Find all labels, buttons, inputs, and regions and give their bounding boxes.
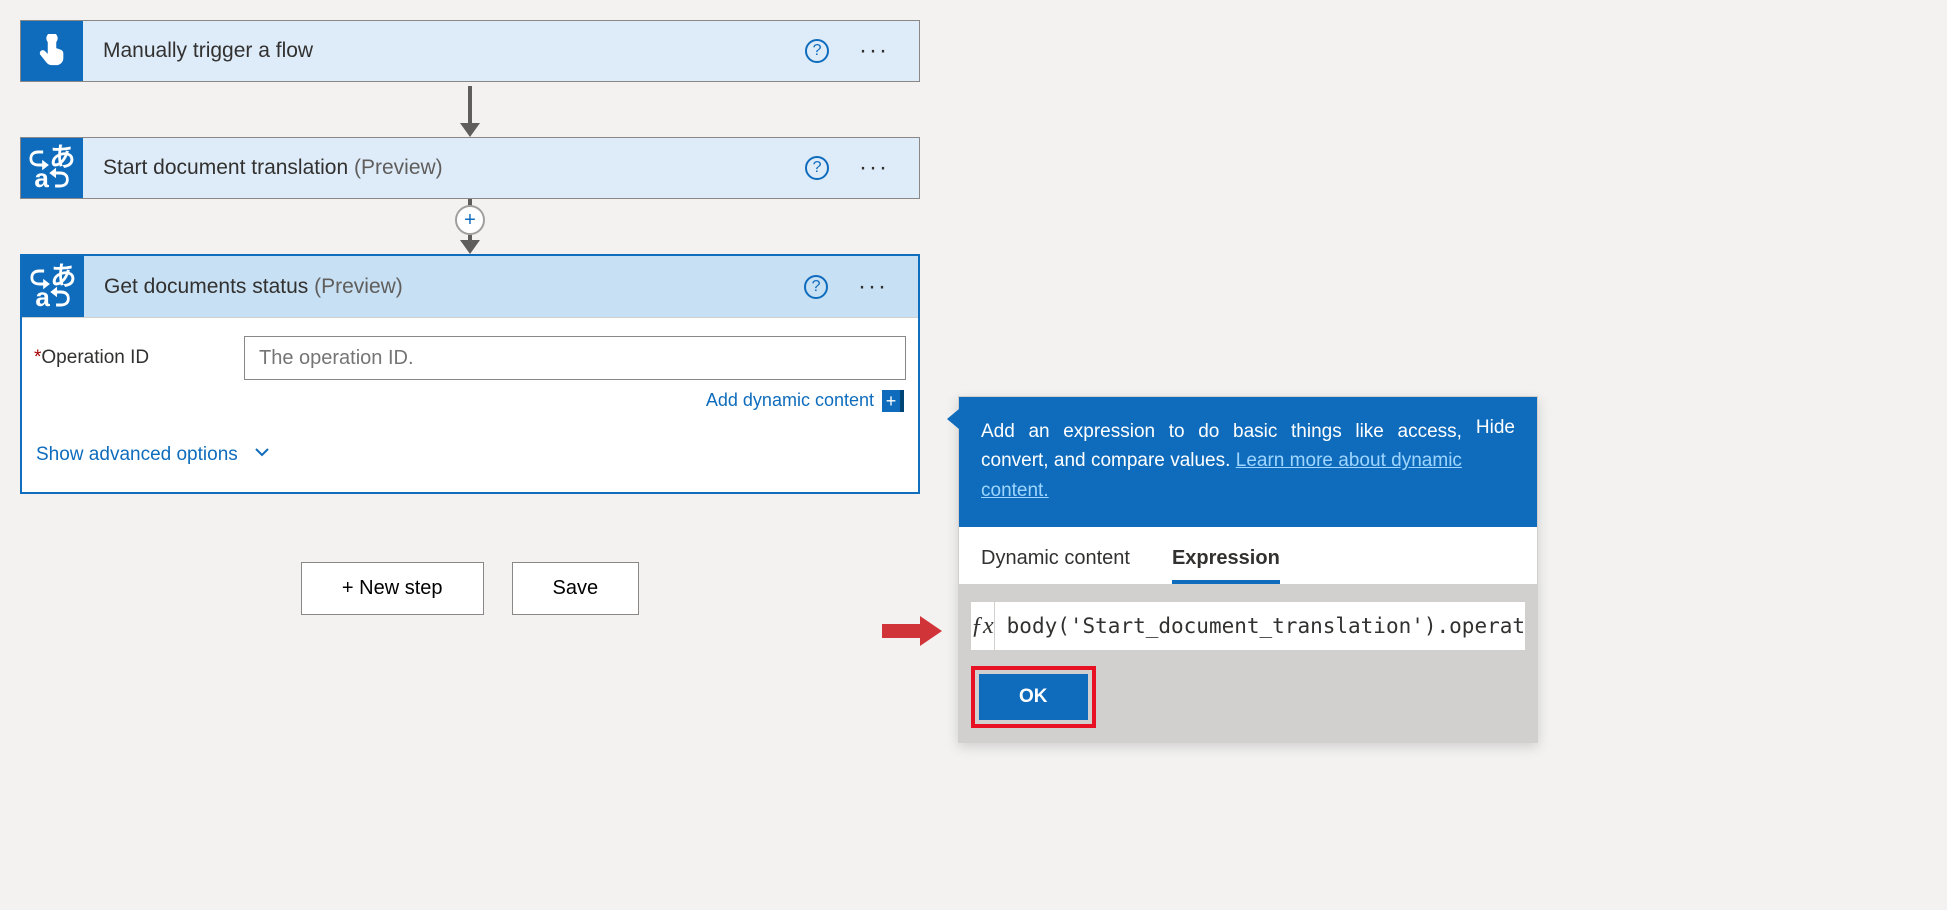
- more-icon[interactable]: ···: [859, 154, 889, 182]
- plus-icon[interactable]: +: [455, 205, 485, 235]
- chevron-down-icon: [252, 442, 272, 468]
- expression-input-wrap: ƒx body('Start_document_translation').op…: [971, 602, 1525, 650]
- add-step-connector[interactable]: +: [20, 199, 920, 254]
- ok-button[interactable]: OK: [979, 674, 1088, 720]
- operation-id-row: *Operation ID: [22, 318, 918, 384]
- step-start-translation[interactable]: ⮎あa⮌ Start document translation (Preview…: [20, 137, 920, 199]
- step2-title: Get documents status (Preview): [84, 275, 804, 299]
- help-icon[interactable]: ?: [805, 156, 829, 180]
- translate-icon: ⮎あa⮌: [21, 138, 83, 198]
- expression-popup: Add an expression to do basic things lik…: [958, 396, 1538, 743]
- trigger-title: Manually trigger a flow: [83, 39, 805, 63]
- step2-header[interactable]: ⮎あa⮌ Get documents status (Preview) ? ··…: [22, 256, 918, 318]
- more-icon[interactable]: ···: [858, 273, 888, 301]
- more-icon[interactable]: ···: [859, 37, 889, 65]
- tab-expression[interactable]: Expression: [1172, 547, 1280, 584]
- ok-highlight: OK: [971, 666, 1096, 728]
- new-step-button[interactable]: + New step: [301, 562, 484, 615]
- operation-id-label: *Operation ID: [34, 347, 244, 369]
- step-get-documents-status: ⮎あa⮌ Get documents status (Preview) ? ··…: [20, 254, 920, 494]
- help-icon[interactable]: ?: [804, 275, 828, 299]
- callout-arrow-icon: [882, 616, 942, 646]
- step1-title: Start document translation (Preview): [83, 156, 805, 180]
- touch-icon: [21, 21, 83, 81]
- save-button[interactable]: Save: [512, 562, 640, 615]
- expression-input[interactable]: body('Start_document_translation').opera…: [995, 614, 1525, 638]
- operation-id-input[interactable]: [244, 336, 906, 380]
- bottom-actions: + New step Save: [20, 562, 920, 615]
- tab-dynamic-content[interactable]: Dynamic content: [981, 547, 1130, 584]
- plus-icon: +: [882, 390, 904, 412]
- show-advanced-options[interactable]: Show advanced options: [22, 418, 918, 492]
- popup-tabs: Dynamic content Expression: [959, 527, 1537, 584]
- popup-header: Add an expression to do basic things lik…: [959, 397, 1537, 527]
- trigger-card[interactable]: Manually trigger a flow ? ···: [20, 20, 920, 82]
- connector-arrow: [20, 82, 920, 137]
- add-dynamic-content-link[interactable]: Add dynamic content +: [22, 384, 918, 418]
- fx-icon: ƒx: [971, 602, 995, 650]
- translate-icon: ⮎あa⮌: [22, 256, 84, 317]
- help-icon[interactable]: ?: [805, 39, 829, 63]
- hide-button[interactable]: Hide: [1476, 417, 1515, 505]
